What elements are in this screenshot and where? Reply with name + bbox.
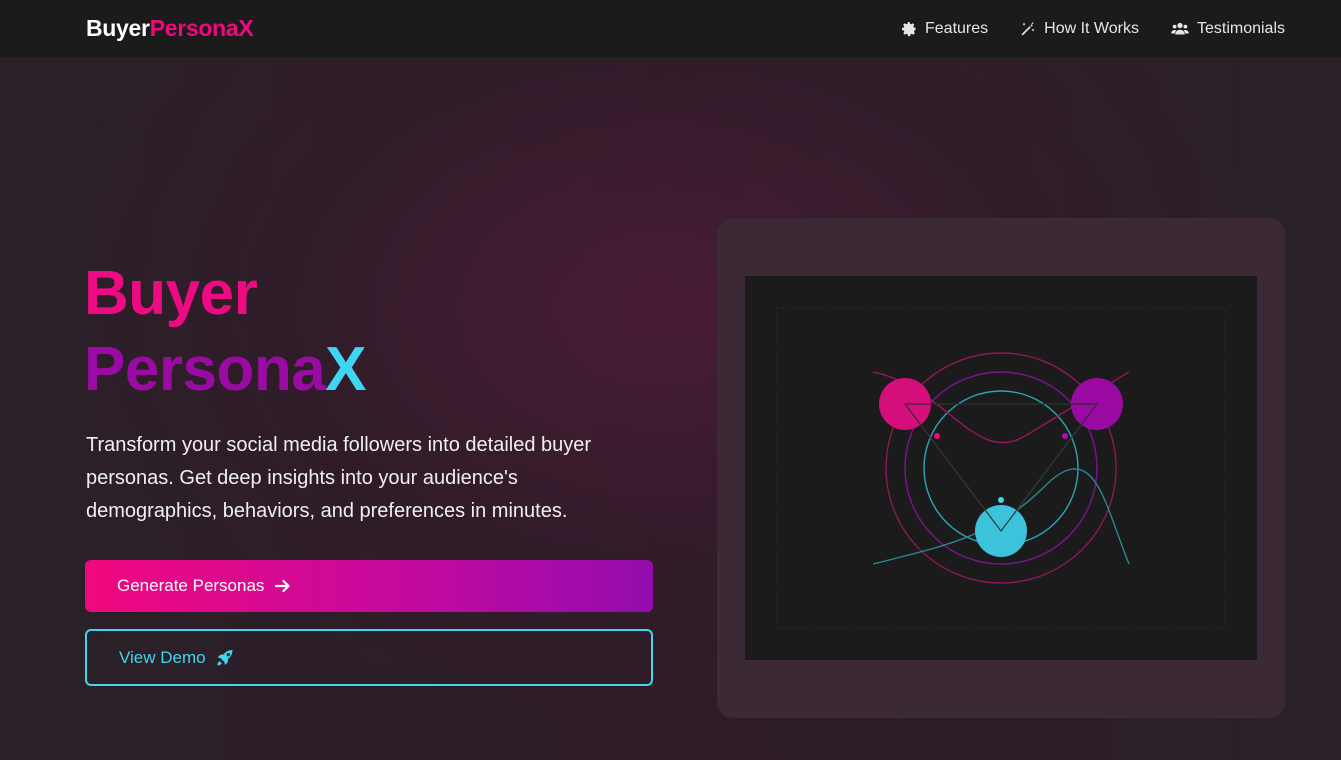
nav-link-label: Features — [925, 20, 989, 37]
magic-wand-icon — [1021, 22, 1035, 36]
top-navbar: BuyerPersonaX Features How It Works Test… — [0, 0, 1341, 59]
hero-description: Transform your social media followers in… — [86, 434, 592, 522]
nav-link-testimonials[interactable]: Testimonials — [1171, 20, 1285, 38]
nav-link-label: Testimonials — [1196, 20, 1285, 37]
arrow-right-icon — [275, 579, 291, 593]
view-demo-label: View Demo — [119, 647, 206, 667]
persona-network-illustration — [745, 276, 1257, 660]
hero-title-line2: Persona — [84, 335, 326, 404]
hero-title: Buyer PersonaX — [84, 256, 367, 408]
rocket-icon — [217, 649, 233, 665]
nav-link-label: How It Works — [1044, 20, 1139, 37]
brand-logo-part2: PersonaX — [149, 15, 254, 41]
hero-title-line1: Buyer — [84, 259, 258, 328]
nav-links: Features How It Works Testimonials — [901, 0, 1285, 58]
nav-link-features[interactable]: Features — [901, 20, 988, 38]
network-graphic — [776, 307, 1226, 629]
nav-link-how-it-works[interactable]: How It Works — [1020, 20, 1139, 38]
hero-title-accent: X — [325, 335, 367, 404]
view-demo-button[interactable]: View Demo — [85, 629, 653, 686]
gear-icon — [902, 22, 916, 37]
users-icon — [1171, 22, 1189, 35]
hero-illustration-card — [717, 218, 1285, 718]
brand-logo[interactable]: BuyerPersonaX — [86, 15, 254, 42]
generate-personas-button[interactable]: Generate Personas — [85, 560, 653, 612]
generate-personas-label: Generate Personas — [117, 576, 265, 595]
brand-logo-part1: Buyer — [86, 15, 150, 41]
